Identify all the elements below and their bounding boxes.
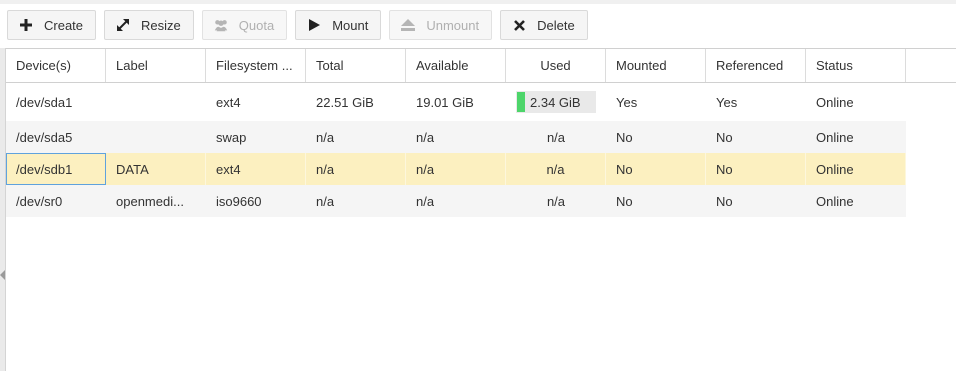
cell-status: Online — [816, 129, 854, 145]
cell-total: n/a — [316, 129, 335, 145]
cell-available: n/a — [406, 153, 506, 185]
column-header-devices[interactable]: Device(s) — [6, 49, 106, 82]
cell-total: 22.51 GiB — [316, 94, 374, 110]
cell-mounted: Yes — [616, 94, 638, 110]
cell-status: Online — [806, 153, 906, 185]
filesystems-grid: Device(s) Label Filesystem ... Total Ava… — [6, 48, 956, 217]
table-row[interactable]: /dev/sr0 openmedi... iso9660 n/a n/a n/a… — [6, 185, 906, 217]
quota-button-label: Quota — [238, 17, 275, 33]
cell-available: 19.01 GiB — [416, 94, 474, 110]
cell-device: /dev/sda1 — [16, 94, 73, 110]
cell-status: Online — [816, 94, 854, 110]
grid-header: Device(s) Label Filesystem ... Total Ava… — [6, 48, 956, 83]
column-header-status[interactable]: Status — [806, 49, 906, 82]
used-progress-bar: 2.34 GiB — [516, 91, 596, 113]
create-button-label: Create — [44, 17, 84, 33]
cell-total: n/a — [306, 153, 406, 185]
column-header-filler — [906, 49, 956, 82]
cell-total: n/a — [316, 193, 335, 209]
cell-filesystem: ext4 — [216, 94, 241, 110]
cell-label: openmedi... — [116, 193, 184, 209]
table-row-selected[interactable]: /dev/sdb1 DATA ext4 n/a n/a n/a No No On… — [6, 153, 906, 185]
used-progress-fill — [517, 92, 525, 112]
cell-available: n/a — [416, 193, 435, 209]
users-icon — [213, 17, 229, 33]
cell-referenced: Yes — [716, 94, 738, 110]
unmount-button-label: Unmount — [426, 17, 480, 33]
cell-filesystem: ext4 — [206, 153, 306, 185]
play-icon — [306, 17, 322, 33]
cell-referenced: No — [716, 129, 733, 145]
column-header-available[interactable]: Available — [406, 49, 506, 82]
column-header-label[interactable]: Label — [106, 49, 206, 82]
cell-used: n/a — [546, 129, 566, 145]
cell-referenced: No — [706, 153, 806, 185]
toolbar: Create Resize Quota Mount Unmount Delete — [7, 6, 596, 44]
cell-label — [106, 121, 206, 153]
cell-label: DATA — [106, 153, 206, 185]
column-header-used[interactable]: Used — [506, 49, 606, 82]
plus-icon — [18, 17, 34, 33]
cell-device: /dev/sda5 — [16, 129, 73, 145]
cell-referenced: No — [716, 193, 733, 209]
cell-label — [106, 83, 206, 121]
create-button[interactable]: Create — [7, 10, 97, 40]
mount-button-label: Mount — [332, 17, 369, 33]
cell-filesystem: iso9660 — [216, 193, 262, 209]
cell-mounted: No — [606, 153, 706, 185]
cell-mounted: No — [616, 193, 633, 209]
cell-used: 2.34 GiB — [506, 83, 606, 121]
delete-button[interactable]: Delete — [500, 10, 588, 40]
column-header-filesystem[interactable]: Filesystem ... — [206, 49, 306, 82]
column-header-mounted[interactable]: Mounted — [606, 49, 706, 82]
cell-device: /dev/sr0 — [16, 193, 63, 209]
mount-button[interactable]: Mount — [295, 10, 382, 40]
delete-button-label: Delete — [537, 17, 575, 33]
cell-filesystem: swap — [216, 129, 247, 145]
resize-button[interactable]: Resize — [104, 10, 194, 40]
cell-used: n/a — [546, 193, 566, 209]
resize-arrows-icon — [115, 17, 131, 33]
unmount-button[interactable]: Unmount — [389, 10, 493, 40]
cell-device: /dev/sdb1 — [6, 153, 106, 185]
column-header-referenced[interactable]: Referenced — [706, 49, 806, 82]
column-header-total[interactable]: Total — [306, 49, 406, 82]
cell-used: n/a — [506, 153, 606, 185]
used-progress-text: 2.34 GiB — [530, 94, 581, 110]
quota-button[interactable]: Quota — [201, 10, 288, 40]
collapse-arrow-icon — [0, 270, 5, 280]
top-strip — [0, 0, 956, 4]
resize-button-label: Resize — [141, 17, 181, 33]
table-row[interactable]: /dev/sda1 ext4 22.51 GiB 19.01 GiB 2.34 … — [6, 83, 906, 121]
cell-mounted: No — [616, 129, 633, 145]
cell-available: n/a — [416, 129, 435, 145]
cell-status: Online — [816, 193, 854, 209]
table-row[interactable]: /dev/sda5 swap n/a n/a n/a No No Online — [6, 121, 906, 153]
eject-icon — [400, 17, 416, 33]
close-icon — [511, 17, 527, 33]
